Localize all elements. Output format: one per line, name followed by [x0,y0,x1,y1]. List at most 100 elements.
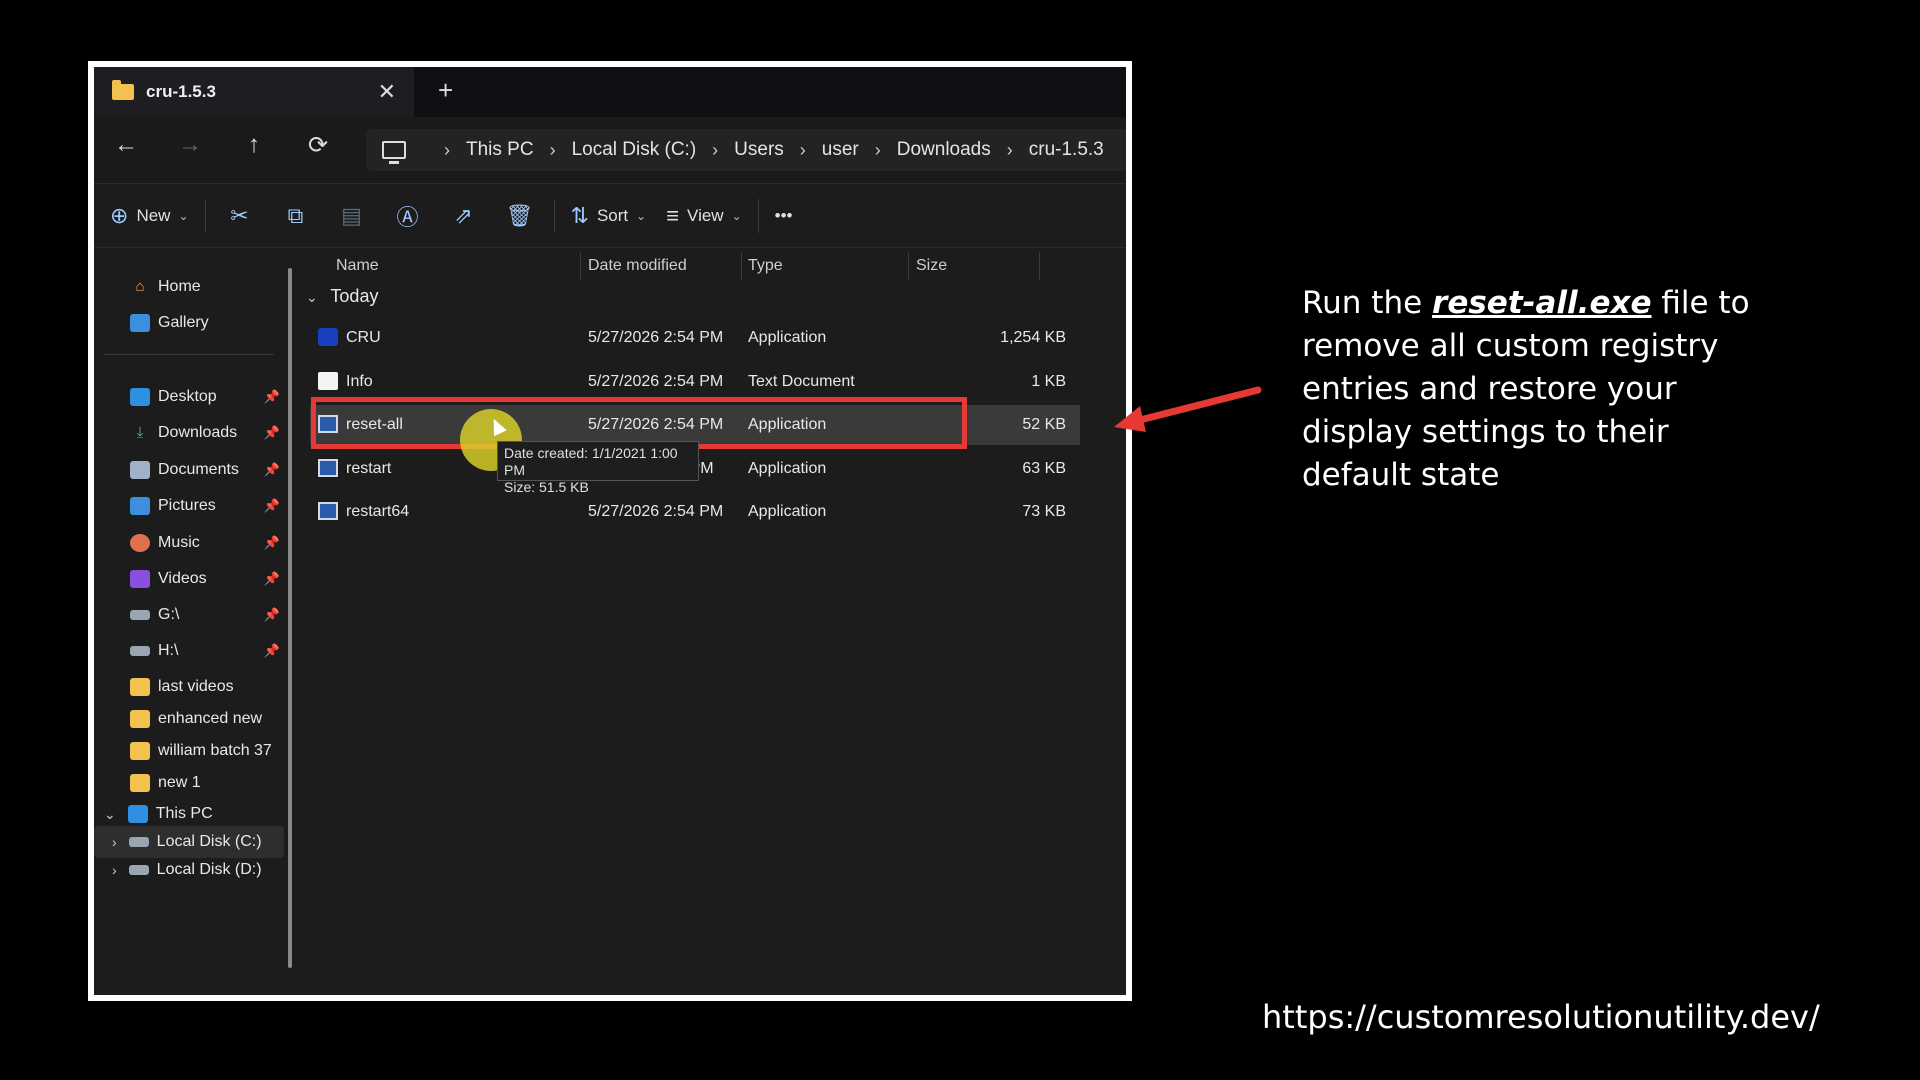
application-icon [318,328,338,346]
file-name: restart64 [346,503,410,520]
address-bar[interactable]: › This PC › Local Disk (C:) › Users › us… [366,129,1126,171]
divider [1039,252,1040,280]
column-header-date-modified[interactable]: Date modified [588,248,687,284]
column-header-type[interactable]: Type [748,248,783,284]
file-row-restart64[interactable]: restart64 5/27/2026 2:54 PM Application … [310,492,1080,532]
drive-icon [128,865,149,875]
file-type: Application [748,329,827,346]
file-size: 1,254 KB [1000,329,1066,346]
rename-icon[interactable]: Ⓐ [380,200,436,232]
new-tab-button[interactable]: + [438,75,453,106]
file-date: 5/27/2026 2:54 PM [588,329,724,346]
close-tab-icon[interactable]: ✕ [378,79,396,105]
sidebar-item-local-disk-c[interactable]: › Local Disk (C:) [112,833,287,851]
sidebar-item-last-videos[interactable]: last videos [130,678,280,696]
column-header-size[interactable]: Size [916,248,947,284]
breadcrumb-this-pc[interactable]: This PC [466,139,534,161]
documents-icon [130,461,150,479]
home-icon: ⌂ [135,278,145,295]
computer-icon [127,805,148,823]
pin-icon: 📌 [263,389,280,404]
file-name: Info [346,373,373,390]
folder-icon [130,710,150,728]
scrollbar[interactable] [288,268,292,968]
sidebar-item-downloads[interactable]: ⤓ Downloads 📌 [130,424,280,442]
sidebar-item-new-1[interactable]: new 1 [130,774,280,792]
folder-icon [130,678,150,696]
file-explorer-window: cru-1.5.3 ✕ + ← → ↑ ⟳ › This PC › Local … [88,61,1132,1001]
command-bar: ⊕ New ⌄ ✂ ⧉ ▤ Ⓐ ⇗ 🗑 ⇅ Sort ⌄ ≡ View ⌄ ••… [94,185,1126,248]
sidebar-item-label: Music [158,534,200,551]
sidebar-item-local-disk-d[interactable]: › Local Disk (D:) [112,861,287,879]
file-size: 63 KB [1022,460,1066,477]
breadcrumb-downloads[interactable]: Downloads [897,139,991,161]
file-name: CRU [346,329,381,346]
up-button[interactable]: ↑ [236,131,272,159]
plus-circle-icon: ⊕ [110,203,129,228]
copy-icon[interactable]: ⧉ [268,203,324,229]
navigation-pane: ⌂ Home Gallery Desktop 📌 ⤓ Downloads 📌 D… [94,248,294,995]
delete-icon[interactable]: 🗑 [492,203,548,229]
sidebar-item-home[interactable]: ⌂ Home [130,278,280,296]
sort-button[interactable]: ⇅ Sort ⌄ [561,196,657,236]
sidebar-item-label: This PC [155,805,213,822]
refresh-button[interactable]: ⟳ [300,131,336,160]
pin-icon: 📌 [263,498,280,513]
sidebar-item-music[interactable]: Music 📌 [130,534,280,552]
videos-icon [130,570,150,588]
breadcrumb-users[interactable]: Users [734,139,784,161]
more-options-button[interactable]: ••• [765,196,803,236]
column-header-name[interactable]: Name [336,248,379,284]
chevron-right-icon: › [444,139,450,160]
group-header-today[interactable]: ⌄ Today [306,286,378,307]
sidebar-item-label: enhanced new [158,710,263,727]
file-row-info[interactable]: Info 5/27/2026 2:54 PM Text Document 1 K… [310,362,1080,402]
forward-button[interactable]: → [172,131,208,159]
folder-icon [112,80,134,100]
file-type: Application [748,460,827,477]
sidebar-item-label: Documents [158,461,239,478]
paste-icon[interactable]: ▤ [324,203,380,229]
sidebar-item-g-drive[interactable]: G:\ 📌 [130,606,280,624]
drive-icon [130,610,150,620]
back-button[interactable]: ← [108,131,144,159]
pin-icon: 📌 [263,462,280,477]
sidebar-item-h-drive[interactable]: H:\ 📌 [130,642,280,660]
sidebar-item-william-batch-37[interactable]: william batch 37 [130,742,280,760]
file-tooltip: Date created: 1/1/2021 1:00 PM Size: 51.… [497,441,699,495]
share-icon[interactable]: ⇗ [436,203,492,229]
file-row-cru[interactable]: CRU 5/27/2026 2:54 PM Application 1,254 … [310,318,1080,358]
drive-icon [128,837,149,847]
caption-pre: Run the [1302,285,1433,321]
gallery-icon [130,314,150,332]
sidebar-item-label: Local Disk (C:) [156,833,262,850]
divider [553,199,555,233]
sidebar-item-desktop[interactable]: Desktop 📌 [130,388,280,406]
view-button[interactable]: ≡ View ⌄ [656,196,751,236]
breadcrumb-cru[interactable]: cru-1.5.3 [1029,139,1104,161]
tab-cru[interactable]: cru-1.5.3 ✕ [94,67,414,117]
sidebar-item-documents[interactable]: Documents 📌 [130,461,280,479]
file-type: Text Document [748,373,855,390]
sidebar-item-this-pc[interactable]: ⌄ This PC [104,805,284,823]
file-type: Application [748,503,827,520]
file-list: Name Date modified Type Size ⌄ Today CRU… [294,248,1126,995]
divider [580,252,581,280]
pin-icon: 📌 [263,607,280,622]
sidebar-item-videos[interactable]: Videos 📌 [130,570,280,588]
divider [104,354,274,355]
breadcrumb-local-disk-c[interactable]: Local Disk (C:) [572,139,697,161]
sidebar-item-pictures[interactable]: Pictures 📌 [130,497,280,515]
breadcrumb-user[interactable]: user [822,139,859,161]
chevron-down-icon: ⌄ [731,209,742,223]
cut-icon[interactable]: ✂ [212,203,268,229]
chevron-down-icon: ⌄ [104,805,116,822]
pictures-icon [130,497,150,515]
application-icon [318,502,338,520]
new-button[interactable]: ⊕ New ⌄ [100,196,199,236]
divider [757,199,759,233]
tooltip-size: Size: 51.5 KB [504,479,589,495]
sidebar-item-label: Home [158,278,201,295]
sidebar-item-enhanced-new[interactable]: enhanced new [130,710,280,728]
sidebar-item-gallery[interactable]: Gallery [130,314,280,332]
